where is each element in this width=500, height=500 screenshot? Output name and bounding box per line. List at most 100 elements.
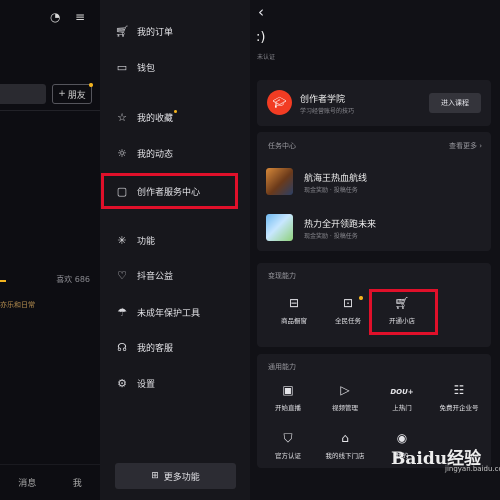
add-friend-label: 朋友 bbox=[67, 90, 86, 101]
menu-item-label: 我的收藏 bbox=[137, 113, 174, 124]
menu-item-activity[interactable]: ☼ 我的动态 bbox=[100, 136, 250, 170]
plus-icon: + bbox=[58, 89, 66, 99]
creator-center-pane: ‹ :) 未认证 🎓︎ 创作者学院 学习经营账号的技巧 进入课程 任务中心 查看… bbox=[250, 0, 500, 500]
accent-bar bbox=[0, 280, 6, 282]
menu-item-label: 功能 bbox=[137, 236, 156, 247]
tab-me[interactable]: 我 bbox=[73, 476, 82, 489]
sun-icon: ☼ bbox=[117, 146, 127, 160]
menu-item-label: 钱包 bbox=[137, 63, 156, 74]
video-manage-item[interactable]: ▷ 视频管理 bbox=[318, 382, 372, 412]
notification-dot bbox=[174, 110, 178, 113]
video-icon: ▷ bbox=[340, 383, 350, 397]
menu-item-label: 我的客服 bbox=[137, 343, 174, 354]
umbrella-icon: ☂ bbox=[117, 305, 127, 319]
grid-item-label: 免费开企业号 bbox=[439, 404, 479, 412]
offline-store-item[interactable]: ⌂ 我的线下门店 bbox=[318, 430, 372, 460]
task-title: 航海王热血航线 bbox=[304, 174, 368, 184]
monetization-title: 变现能力 bbox=[268, 272, 296, 280]
back-icon[interactable]: ‹ bbox=[258, 3, 264, 21]
task-subtitle: 现金奖励 · 投稿任务 bbox=[304, 187, 358, 194]
task-center-card: 任务中心 查看更多 › 航海王热血航线 现金奖励 · 投稿任务 热力全开领跑未来… bbox=[257, 132, 491, 251]
heart-icon: ♡ bbox=[117, 268, 127, 282]
menu-item-label: 未成年保护工具 bbox=[137, 308, 201, 319]
grid-item-label: 视频管理 bbox=[332, 404, 358, 412]
menu-item-features[interactable]: ✳ 功能 bbox=[100, 223, 250, 257]
grid-item-label: 官方认证 bbox=[275, 452, 301, 460]
likes-count[interactable]: 喜欢 686 bbox=[56, 274, 90, 285]
enterprise-account-item[interactable]: ☷ 免费开企业号 bbox=[432, 382, 486, 412]
verification-status: 未认证 bbox=[257, 54, 276, 61]
sparkle-icon: ✳ bbox=[117, 233, 127, 247]
side-menu: 🛒︎ 我的订单 ▭ 钱包 ☆ 我的收藏 ☼ 我的动态 ▢ 创作者服务中心 ✳ 功… bbox=[100, 0, 250, 500]
profile-background: ◔ ≡ + 朋友 喜欢 686 亦乐和日常 消息 我 bbox=[0, 0, 100, 500]
profile-subtext: 亦乐和日常 bbox=[0, 301, 35, 309]
hamburger-icon[interactable]: ≡ bbox=[75, 10, 85, 24]
grid-item-label: 商品橱窗 bbox=[281, 317, 307, 325]
showcase-icon: ⊟ bbox=[288, 296, 300, 310]
academy-title: 创作者学院 bbox=[300, 95, 346, 105]
official-verification-item[interactable]: ⛉ 官方认证 bbox=[261, 430, 315, 460]
search-box[interactable] bbox=[0, 84, 46, 104]
task-subtitle: 现金奖励 · 投稿任务 bbox=[304, 233, 358, 240]
all-tasks-item[interactable]: ⊡ 全民任务 bbox=[321, 295, 375, 325]
menu-item-label: 抖音公益 bbox=[137, 271, 174, 282]
cart-icon: 🛒︎ bbox=[115, 24, 129, 38]
grid-item-label: 开始直播 bbox=[275, 404, 301, 412]
academy-card[interactable]: 🎓︎ 创作者学院 学习经营账号的技巧 进入课程 bbox=[257, 80, 491, 126]
graduation-cap-icon: 🎓︎ bbox=[267, 90, 292, 115]
task-icon: ⊡ bbox=[342, 296, 354, 310]
username: :) bbox=[256, 30, 266, 45]
general-abilities-title: 通用能力 bbox=[268, 363, 296, 371]
notification-dot bbox=[89, 83, 93, 87]
start-live-item[interactable]: ▣ 开始直播 bbox=[261, 382, 315, 412]
enter-course-button[interactable]: 进入课程 bbox=[429, 93, 481, 113]
task-center-title: 任务中心 bbox=[268, 142, 296, 150]
task-title: 热力全开领跑未来 bbox=[304, 220, 377, 230]
see-more-link[interactable]: 查看更多 › bbox=[449, 141, 482, 151]
highlight-box-open-shop bbox=[369, 289, 438, 335]
tab-messages[interactable]: 消息 bbox=[18, 476, 36, 489]
live-icon: ▣ bbox=[282, 383, 294, 397]
more-features-label: 更多功能 bbox=[163, 472, 200, 483]
menu-item-wallet[interactable]: ▭ 钱包 bbox=[100, 50, 250, 84]
task-thumbnail bbox=[266, 214, 293, 241]
menu-item-minor-protection[interactable]: ☂ 未成年保护工具 bbox=[100, 295, 250, 329]
menu-item-charity[interactable]: ♡ 抖音公益 bbox=[100, 258, 250, 292]
dou-plus-item[interactable]: DOU+ 上热门 bbox=[375, 382, 429, 412]
product-showcase-item[interactable]: ⊟ 商品橱窗 bbox=[267, 295, 321, 325]
baidu-jingyan-watermark: Baidu经验 jingyan.baidu.com bbox=[383, 438, 500, 478]
menu-item-label: 我的动态 bbox=[137, 149, 174, 160]
menu-item-settings[interactable]: ⚙ 设置 bbox=[100, 366, 250, 400]
bottom-tabbar: 消息 我 bbox=[0, 464, 100, 500]
task-item[interactable]: 热力全开领跑未来 现金奖励 · 投稿任务 bbox=[266, 214, 486, 242]
academy-subtitle: 学习经营账号的技巧 bbox=[300, 108, 355, 115]
grid-icon: ⊞ bbox=[151, 471, 159, 481]
shield-icon: ⛉ bbox=[283, 431, 293, 445]
watermark-site: jingyan.baidu.com bbox=[445, 465, 500, 473]
grid-item-label: 上热门 bbox=[392, 404, 412, 412]
gear-icon: ⚙ bbox=[117, 376, 127, 390]
star-icon: ☆ bbox=[117, 110, 127, 124]
chevron-right-icon: › bbox=[479, 142, 482, 150]
add-friend-button[interactable]: + 朋友 bbox=[52, 83, 93, 104]
wallet-icon: ▭ bbox=[116, 60, 128, 74]
dou-plus-text: DOU+ bbox=[390, 388, 414, 396]
qr-icon[interactable]: ◔ bbox=[50, 10, 60, 24]
menu-item-support[interactable]: ☊ 我的客服 bbox=[100, 330, 250, 364]
notification-dot bbox=[359, 296, 363, 300]
store-icon: ⌂ bbox=[341, 431, 349, 445]
menu-item-orders[interactable]: 🛒︎ 我的订单 bbox=[100, 14, 250, 48]
menu-item-label: 设置 bbox=[137, 379, 156, 390]
enterprise-icon: ☷ bbox=[453, 383, 465, 397]
menu-item-favorites[interactable]: ☆ 我的收藏 bbox=[100, 100, 250, 134]
more-features-button[interactable]: ⊞ 更多功能 bbox=[115, 463, 236, 489]
highlight-box-creator-center bbox=[101, 173, 238, 209]
grid-item-label: 我的线下门店 bbox=[325, 452, 365, 460]
see-more-label: 查看更多 bbox=[448, 142, 477, 150]
app-screen: ◔ ≡ + 朋友 喜欢 686 亦乐和日常 消息 我 🛒︎ 我的订单 ▭ 钱包 … bbox=[0, 0, 500, 500]
task-item[interactable]: 航海王热血航线 现金奖励 · 投稿任务 bbox=[266, 168, 486, 196]
menu-item-label: 我的订单 bbox=[137, 27, 174, 38]
grid-item-label: 全民任务 bbox=[335, 317, 361, 325]
dou-plus-icon: DOU+ bbox=[375, 382, 429, 398]
divider bbox=[0, 110, 100, 111]
